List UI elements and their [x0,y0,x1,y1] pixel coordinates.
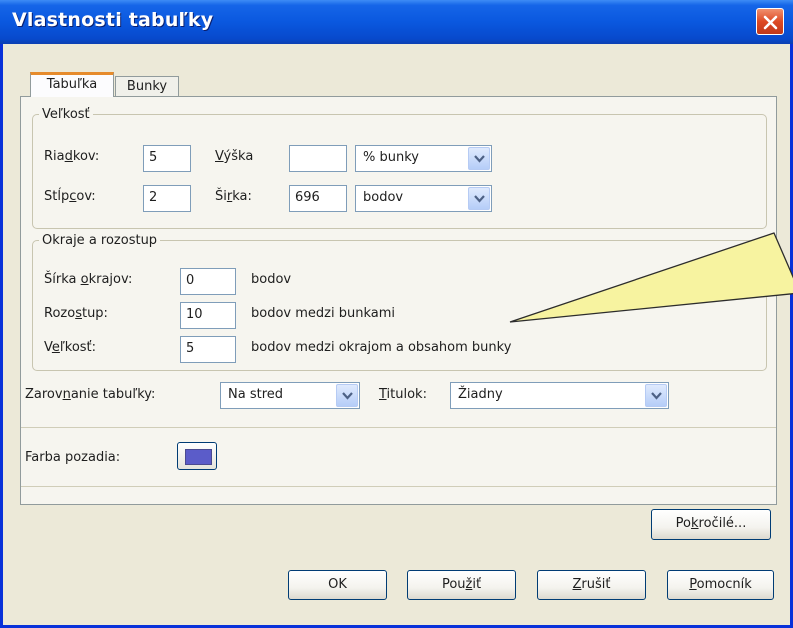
caption-select[interactable]: Žiadny [450,382,669,409]
width-label: Širka: [215,189,252,204]
padding-label: Veľkosť: [44,340,97,355]
width-unit-value: bodov [363,190,404,205]
tab-panel: Veľkosť Riadkov: 5 Výška % bunky Stĺpcov… [20,96,777,505]
tab-tabulka[interactable]: Tabuľka [30,72,114,97]
borders-group-legend: Okraje a rozostup [42,233,158,248]
help-button[interactable]: Pomocník [667,570,774,600]
padding-unit: bodov medzi okrajom a obsahom bunky [251,340,512,355]
separator [21,486,776,487]
close-button[interactable] [756,8,784,35]
height-unit-value: % bunky [363,150,419,165]
tab-bunky[interactable]: Bunky [115,76,179,97]
height-unit-select[interactable]: % bunky [355,145,492,172]
spacing-unit: bodov medzi bunkami [251,306,395,321]
chevron-down-icon[interactable] [336,384,358,407]
spacing-label: Rozostup: [44,306,108,321]
height-input[interactable] [289,145,347,172]
alignment-value: Na stred [228,387,284,402]
padding-input[interactable]: 5 [180,336,236,363]
rows-input[interactable]: 5 [143,145,191,172]
ok-button[interactable]: OK [288,570,387,600]
spacing-input[interactable]: 10 [180,302,236,329]
border-width-label: Šírka okrajov: [44,272,133,287]
apply-button[interactable]: Použiť [407,570,516,600]
title-bar[interactable]: Vlastnosti tabuľky [0,0,793,44]
chevron-down-icon[interactable] [468,187,490,210]
border-width-input[interactable]: 0 [180,268,236,295]
cols-label: Stĺpcov: [44,189,96,204]
chevron-down-icon[interactable] [468,147,490,170]
width-input[interactable]: 696 [289,185,347,212]
alignment-select[interactable]: Na stred [220,382,360,409]
dialog-window: Vlastnosti tabuľky Tabuľka Bunky Veľkosť… [0,0,793,628]
alignment-label: Zarovnanie tabuľky: [25,387,156,402]
width-unit-select[interactable]: bodov [355,185,492,212]
separator [21,427,776,428]
close-icon [763,15,778,30]
color-swatch [185,449,212,465]
advanced-button[interactable]: Pokročilé... [651,509,771,540]
window-title: Vlastnosti tabuľky [12,9,214,31]
rows-label: Riadkov: [44,149,100,164]
size-group-legend: Veľkosť [42,107,90,122]
caption-label: Titulok: [379,387,427,402]
cancel-button[interactable]: Zrušiť [537,570,646,600]
chevron-down-icon[interactable] [645,384,667,407]
background-color-label: Farba pozadia: [25,450,121,465]
background-color-button[interactable] [177,442,217,470]
border-width-unit: bodov [251,272,292,287]
caption-value: Žiadny [458,387,503,402]
cols-input[interactable]: 2 [143,185,191,212]
height-label: Výška [215,149,254,164]
